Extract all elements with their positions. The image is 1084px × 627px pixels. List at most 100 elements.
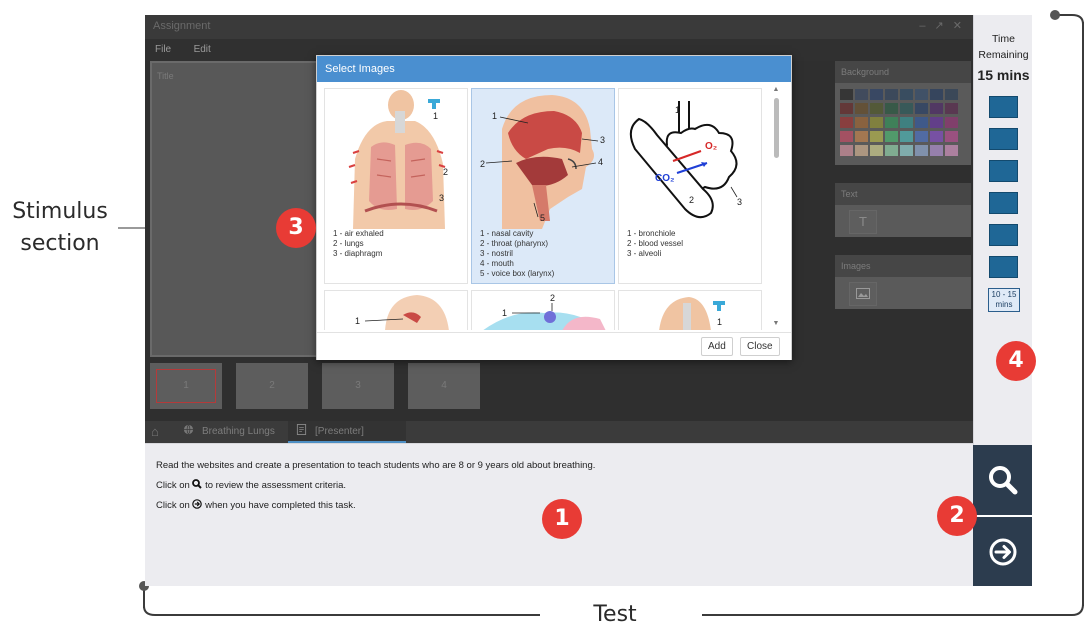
color-swatch[interactable]: [915, 145, 928, 156]
scroll-up-icon[interactable]: ▲: [771, 86, 781, 93]
select-images-dialog: Select Images 1 2 3 1 - air exhaled 2 - …: [316, 55, 792, 360]
color-swatch[interactable]: [945, 131, 958, 142]
color-swatch[interactable]: [885, 89, 898, 100]
color-swatch[interactable]: [840, 131, 853, 142]
menu-edit[interactable]: Edit: [194, 44, 211, 55]
slide-thumb-1-label: 1: [156, 369, 216, 403]
add-button[interactable]: Add: [701, 337, 733, 356]
image-card-bronchi[interactable]: 1 2: [471, 290, 615, 330]
instruction-line-3-post: when you have completed this task.: [205, 500, 356, 511]
scroll-down-icon[interactable]: ▼: [771, 320, 781, 327]
head-section-caption: 1 - nasal cavity 2 - throat (pharynx) 3 …: [480, 229, 554, 279]
search-icon: [192, 479, 203, 489]
color-swatch[interactable]: [900, 145, 913, 156]
color-swatch[interactable]: [915, 89, 928, 100]
color-swatch[interactable]: [855, 103, 868, 114]
image-card-nose[interactable]: 1: [324, 290, 468, 330]
color-swatch[interactable]: [840, 103, 853, 114]
color-swatch[interactable]: [900, 103, 913, 114]
color-swatch[interactable]: [915, 117, 928, 128]
color-swatch[interactable]: [885, 117, 898, 128]
time-remaining-value: 15 mins: [977, 67, 1030, 83]
color-swatch[interactable]: [915, 103, 928, 114]
caption-line: 5 - voice box (larynx): [480, 269, 555, 278]
slide-thumb-3[interactable]: 3: [322, 363, 394, 409]
head-label-4: 4: [598, 157, 603, 167]
color-swatch[interactable]: [930, 103, 943, 114]
color-swatch[interactable]: [915, 131, 928, 142]
image-card-lungs[interactable]: 1 2 3 1 - air exhaled 2 - lungs 3 - diap…: [324, 88, 468, 284]
caption-line: 2 - blood vessel: [627, 239, 684, 248]
complete-task-button[interactable]: [973, 517, 1032, 586]
color-swatch[interactable]: [900, 117, 913, 128]
time-range-line: 10 - 15: [991, 290, 1017, 299]
color-swatch[interactable]: [855, 131, 868, 142]
instruction-line-2: Click on to review the assessment criter…: [156, 479, 346, 491]
color-swatch[interactable]: [840, 89, 853, 100]
image-card-alveoli[interactable]: O₂ CO₂ 1 2 3 1 - bronchiole 2 - blood ve…: [618, 88, 762, 284]
badge-1: 1: [542, 499, 582, 539]
home-icon[interactable]: ⌂: [151, 424, 159, 439]
window-controls[interactable]: – ↗ ✕: [919, 19, 965, 32]
throat-label-1: 1: [717, 317, 722, 327]
oxygen-label: O₂: [705, 141, 717, 152]
search-icon: [989, 466, 1018, 495]
color-swatch[interactable]: [855, 117, 868, 128]
image-icon: [856, 288, 870, 299]
tab-presenter[interactable]: [Presenter]: [288, 421, 406, 443]
color-swatch[interactable]: [945, 103, 958, 114]
close-button[interactable]: Close: [740, 337, 780, 356]
caption-line: 1 - air exhaled: [333, 229, 384, 238]
color-swatch[interactable]: [870, 89, 883, 100]
color-swatch[interactable]: [855, 89, 868, 100]
lungs-label-3: 3: [439, 193, 444, 203]
color-swatch[interactable]: [930, 117, 943, 128]
color-swatch[interactable]: [945, 117, 958, 128]
review-criteria-button[interactable]: [973, 445, 1032, 515]
bronchi-label-1: 1: [502, 308, 507, 318]
color-swatch[interactable]: [840, 117, 853, 128]
alveoli-label-1: 1: [675, 105, 680, 115]
bronchi-illustration: 1 2: [483, 293, 606, 330]
tab-breathing-lungs[interactable]: Breathing Lungs: [175, 421, 283, 443]
color-swatch[interactable]: [870, 103, 883, 114]
scroll-thumb[interactable]: [774, 98, 779, 158]
alveoli-label-2: 2: [689, 195, 694, 205]
color-swatch[interactable]: [840, 145, 853, 156]
color-swatch[interactable]: [945, 145, 958, 156]
color-swatch[interactable]: [855, 145, 868, 156]
color-swatch[interactable]: [930, 89, 943, 100]
head-label-5: 5: [540, 213, 545, 223]
arrow-right-circle-icon: [989, 538, 1017, 566]
globe-icon: [183, 424, 194, 435]
text-tool-button[interactable]: T: [849, 210, 877, 234]
bracket-dot-top: [1050, 10, 1060, 20]
color-swatch[interactable]: [870, 131, 883, 142]
time-remaining-panel: Time Remaining 15 mins 10 - 15 mins: [973, 15, 1032, 445]
color-swatch[interactable]: [885, 145, 898, 156]
slide-thumb-1[interactable]: 1: [150, 363, 222, 409]
image-tool-button[interactable]: [849, 282, 877, 306]
head-section-illustration: 1 2 3 4 5: [480, 95, 605, 229]
color-swatch[interactable]: [945, 89, 958, 100]
slide-thumb-2[interactable]: 2: [236, 363, 308, 409]
menu-file[interactable]: File: [155, 44, 171, 55]
color-swatch[interactable]: [930, 145, 943, 156]
dialog-scrollbar[interactable]: ▲ ▼: [771, 86, 781, 330]
app-title: Assignment: [153, 20, 211, 32]
bronchi-label-2: 2: [550, 293, 555, 303]
canvas-title-placeholder[interactable]: Title: [157, 71, 174, 81]
color-swatch[interactable]: [885, 131, 898, 142]
color-swatch[interactable]: [885, 103, 898, 114]
image-card-throat[interactable]: 1: [618, 290, 762, 330]
image-card-head-section[interactable]: 1 2 3 4 5 1 - nasal cavity 2 - throat (p…: [471, 88, 615, 284]
color-swatch[interactable]: [900, 89, 913, 100]
color-swatch[interactable]: [930, 131, 943, 142]
color-swatch[interactable]: [900, 131, 913, 142]
color-swatch[interactable]: [870, 145, 883, 156]
badge-4: 4: [996, 341, 1036, 381]
color-swatch[interactable]: [870, 117, 883, 128]
caption-line: 2 - throat (pharynx): [480, 239, 549, 248]
bracket-bottom-right: [702, 614, 1072, 616]
slide-thumb-4[interactable]: 4: [408, 363, 480, 409]
